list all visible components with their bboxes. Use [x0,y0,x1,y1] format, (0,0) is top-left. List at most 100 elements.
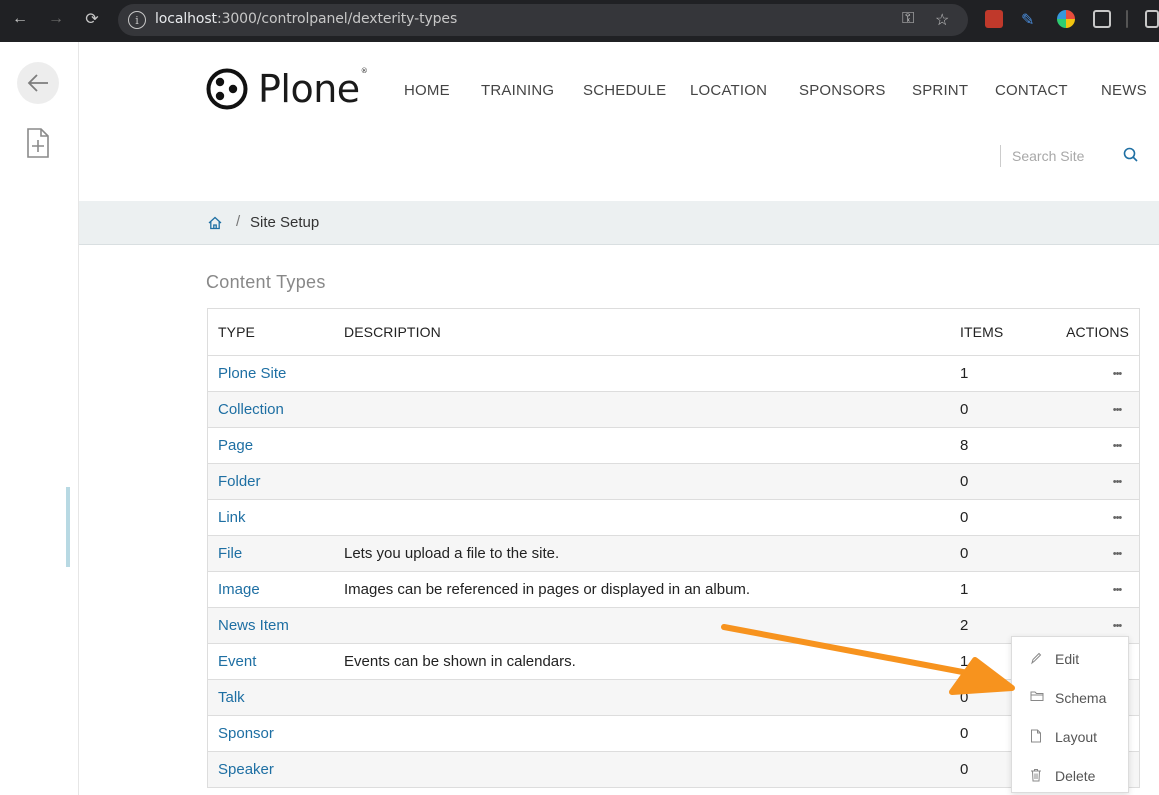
add-document-icon [27,128,49,158]
type-link[interactable]: Plone Site [218,365,286,382]
more-actions-icon[interactable]: ••• [1105,580,1129,600]
table-row: Image Images can be referenced in pages o… [208,572,1139,608]
nav-news[interactable]: NEWS [1101,82,1147,99]
type-cell: Folder [218,464,261,499]
actions-dropdown-menu: Edit Schema Layout Delete [1011,636,1129,793]
type-link[interactable]: Collection [218,401,284,418]
plone-logo-icon [206,68,248,110]
breadcrumb-separator: / [236,213,241,230]
type-cell: Plone Site [218,356,286,391]
search-divider [1000,145,1001,167]
items-count-cell: 0 [960,761,969,778]
search-icon [1123,147,1138,162]
site-info-icon[interactable]: i [128,11,146,29]
menu-item-schema[interactable]: Schema [1012,678,1128,717]
items-count-cell: 0 [960,401,969,418]
search-input[interactable] [1012,145,1112,167]
more-actions-icon[interactable]: ••• [1105,544,1129,564]
nav-training[interactable]: TRAINING [481,82,554,99]
file-icon [1031,729,1041,743]
more-actions-icon[interactable]: ••• [1105,472,1129,492]
site-logo[interactable]: Plone® [206,67,368,111]
type-link[interactable]: Link [218,509,246,526]
more-actions-icon[interactable]: ••• [1105,364,1129,384]
table-row: Page 8 ••• [208,428,1139,464]
breadcrumb: / Site Setup [79,201,1159,245]
type-cell: Collection [218,392,284,427]
type-cell: Image [218,572,260,607]
items-count-cell: 0 [960,545,969,562]
type-link[interactable]: Sponsor [218,725,274,742]
reload-icon[interactable]: ⟳ [81,8,103,30]
toolbar-back-button[interactable] [17,62,59,104]
type-link[interactable]: Speaker [218,761,274,778]
header-actions: ACTIONS [1066,324,1129,340]
search-button[interactable] [1122,146,1140,169]
breadcrumb-home[interactable] [207,215,223,236]
nav-sprint[interactable]: SPRINT [912,82,968,99]
type-cell: Page [218,428,253,463]
items-count-cell: 8 [960,437,969,454]
extension-icon-red[interactable] [985,10,1003,28]
more-actions-icon[interactable]: ••• [1105,616,1129,636]
type-link[interactable]: News Item [218,617,289,634]
type-cell: Link [218,500,246,535]
page-title: Content Types [206,272,326,292]
key-icon[interactable]: ⚿ [902,10,914,28]
breadcrumb-current: Site Setup [250,214,320,231]
table-row: Sponsor0••• [208,716,1139,752]
more-actions-icon[interactable]: ••• [1105,508,1129,528]
table-header-row: TYPE DESCRIPTION ITEMS ACTIONS [208,309,1139,356]
table-row: Speaker0••• [208,752,1139,788]
type-cell: Speaker [218,752,274,787]
more-actions-icon[interactable]: ••• [1105,400,1129,420]
nav-home[interactable]: HOME [404,82,450,99]
menu-item-label: Delete [1055,768,1096,784]
table-row: EventEvents can be shown in calendars.1•… [208,644,1139,680]
type-link[interactable]: Image [218,581,260,598]
items-count-cell: 0 [960,725,969,742]
pencil-icon [1031,652,1042,665]
table-row: Collection 0 ••• [208,392,1139,428]
nav-contact[interactable]: CONTACT [995,82,1068,99]
header-description: DESCRIPTION [344,324,441,340]
url-text[interactable]: localhost:3000/controlpanel/dexterity-ty… [155,11,457,27]
items-count-cell: 2 [960,617,969,634]
table-row: Talk0••• [208,680,1139,716]
more-actions-icon[interactable]: ••• [1105,436,1129,456]
menu-item-delete[interactable]: Delete [1012,756,1128,795]
address-bar[interactable]: i localhost:3000/controlpanel/dexterity-… [118,4,968,36]
type-cell: Event [218,644,256,679]
nav-sponsors[interactable]: SPONSORS [799,82,886,99]
header-type: TYPE [218,324,255,340]
menu-item-layout[interactable]: Layout [1012,717,1128,756]
extensions-puzzle-icon[interactable] [1093,10,1111,28]
toolbar-divider [1126,10,1128,28]
type-link[interactable]: Event [218,653,256,670]
description-cell: Lets you upload a file to the site. [344,545,560,562]
nav-location[interactable]: LOCATION [690,82,767,99]
back-arrow-icon[interactable]: ← [9,8,31,30]
forward-arrow-icon[interactable]: → [45,8,67,30]
bookmark-star-icon[interactable]: ☆ [935,10,949,30]
menu-item-edit[interactable]: Edit [1012,639,1128,678]
items-count-cell: 0 [960,689,969,706]
nav-schedule[interactable]: SCHEDULE [583,82,666,99]
type-cell: Sponsor [218,716,274,751]
type-link[interactable]: Page [218,437,253,454]
extension-icon-blue[interactable]: ✎ [1021,10,1039,29]
reading-list-icon[interactable] [1145,10,1159,28]
actions-cell: ••• [1105,464,1129,499]
extension-icon-color[interactable] [1057,10,1075,28]
type-link[interactable]: File [218,545,242,562]
menu-item-label: Layout [1055,729,1098,745]
type-link[interactable]: Talk [218,689,245,706]
toolbar-resize-handle[interactable] [66,487,70,567]
items-count-cell: 0 [960,509,969,526]
folder-icon [1030,691,1044,701]
table-row: News Item 2 ••• [208,608,1139,644]
items-count-cell: 0 [960,473,969,490]
back-arrow-icon [27,74,48,92]
add-content-button[interactable] [27,128,49,163]
type-link[interactable]: Folder [218,473,261,490]
